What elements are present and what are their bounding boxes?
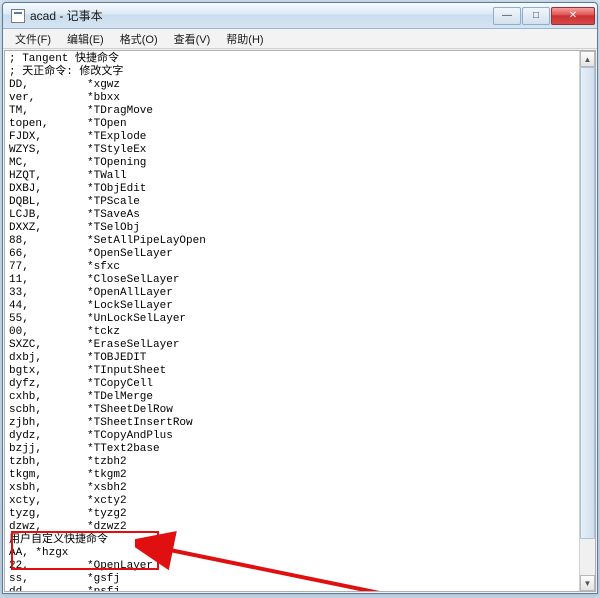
- text-line: tzbh,*tzbh2: [9, 456, 591, 469]
- text-line: SXZC,*EraseSelLayer: [9, 339, 591, 352]
- text-line: 55,*UnLockSelLayer: [9, 313, 591, 326]
- text-line: ; Tangent 快捷命令: [9, 53, 591, 66]
- text-line: scbh,*TSheetDelRow: [9, 404, 591, 417]
- text-line: LCJB,*TSaveAs: [9, 209, 591, 222]
- menu-format[interactable]: 格式(O): [112, 29, 166, 49]
- text-line: tyzg,*tyzg2: [9, 508, 591, 521]
- text-line: 88,*SetAllPipeLayOpen: [9, 235, 591, 248]
- scroll-track[interactable]: [580, 67, 595, 575]
- text-line: WZYS,*TStyleEx: [9, 144, 591, 157]
- menu-edit[interactable]: 编辑(E): [59, 29, 112, 49]
- text-line: 44,*LockSelLayer: [9, 300, 591, 313]
- menubar: 文件(F) 编辑(E) 格式(O) 查看(V) 帮助(H): [3, 29, 597, 49]
- text-line: HZQT,*TWall: [9, 170, 591, 183]
- text-line: FJDX,*TExplode: [9, 131, 591, 144]
- notepad-window: acad - 记事本 — □ ✕ 文件(F) 编辑(E) 格式(O) 查看(V)…: [2, 2, 598, 594]
- text-line: tkgm,*tkgm2: [9, 469, 591, 482]
- text-line: bgtx,*TInputSheet: [9, 365, 591, 378]
- text-line: DQBL,*TPScale: [9, 196, 591, 209]
- text-line: 66,*OpenSelLayer: [9, 248, 591, 261]
- window-title: acad - 记事本: [30, 7, 493, 24]
- scroll-down-button[interactable]: ▼: [580, 575, 595, 591]
- text-line: 33,*OpenAllLayer: [9, 287, 591, 300]
- text-line: MC,*TOpening: [9, 157, 591, 170]
- text-line: AA, *hzgx: [9, 547, 591, 560]
- text-line: ; 天正命令: 修改文字: [9, 66, 591, 79]
- text-line: xsbh,*xsbh2: [9, 482, 591, 495]
- app-icon: [11, 9, 25, 23]
- text-line: DD,*xgwz: [9, 79, 591, 92]
- text-line: dxbj,*TOBJEDIT: [9, 352, 591, 365]
- text-line: 22,*OpenLayer: [9, 560, 591, 573]
- text-line: ss,*gsfj: [9, 573, 591, 586]
- text-line: bzjj,*TText2base: [9, 443, 591, 456]
- text-line: zjbh,*TSheetInsertRow: [9, 417, 591, 430]
- text-line: dd,*psfj: [9, 586, 591, 591]
- vertical-scrollbar[interactable]: ▲ ▼: [579, 51, 595, 591]
- text-line: DXXZ,*TSelObj: [9, 222, 591, 235]
- window-controls: — □ ✕: [493, 7, 595, 25]
- close-button[interactable]: ✕: [551, 7, 595, 25]
- text-line: DXBJ,*TObjEdit: [9, 183, 591, 196]
- text-line: dydz,*TCopyAndPlus: [9, 430, 591, 443]
- text-line: xcty,*xcty2: [9, 495, 591, 508]
- scroll-thumb[interactable]: [580, 67, 595, 539]
- text-line: dzwz,*dzwz2: [9, 521, 591, 534]
- text-line: ver,*bbxx: [9, 92, 591, 105]
- text-line: 11,*CloseSelLayer: [9, 274, 591, 287]
- text-line: cxhb,*TDelMerge: [9, 391, 591, 404]
- content-area: ; Tangent 快捷命令; 天正命令: 修改文字DD,*xgwzver,*b…: [4, 50, 596, 592]
- menu-file[interactable]: 文件(F): [7, 29, 59, 49]
- text-line: dyfz,*TCopyCell: [9, 378, 591, 391]
- scroll-up-button[interactable]: ▲: [580, 51, 595, 67]
- menu-help[interactable]: 帮助(H): [218, 29, 271, 49]
- text-content[interactable]: ; Tangent 快捷命令; 天正命令: 修改文字DD,*xgwzver,*b…: [5, 51, 595, 591]
- titlebar[interactable]: acad - 记事本 — □ ✕: [3, 3, 597, 29]
- menu-view[interactable]: 查看(V): [166, 29, 219, 49]
- text-line: 00,*tckz: [9, 326, 591, 339]
- text-line: 77,*sfxc: [9, 261, 591, 274]
- maximize-button[interactable]: □: [522, 7, 550, 25]
- text-line: 用户自定义快捷命令: [9, 534, 591, 547]
- text-line: TM,*TDragMove: [9, 105, 591, 118]
- minimize-button[interactable]: —: [493, 7, 521, 25]
- text-line: topen,*TOpen: [9, 118, 591, 131]
